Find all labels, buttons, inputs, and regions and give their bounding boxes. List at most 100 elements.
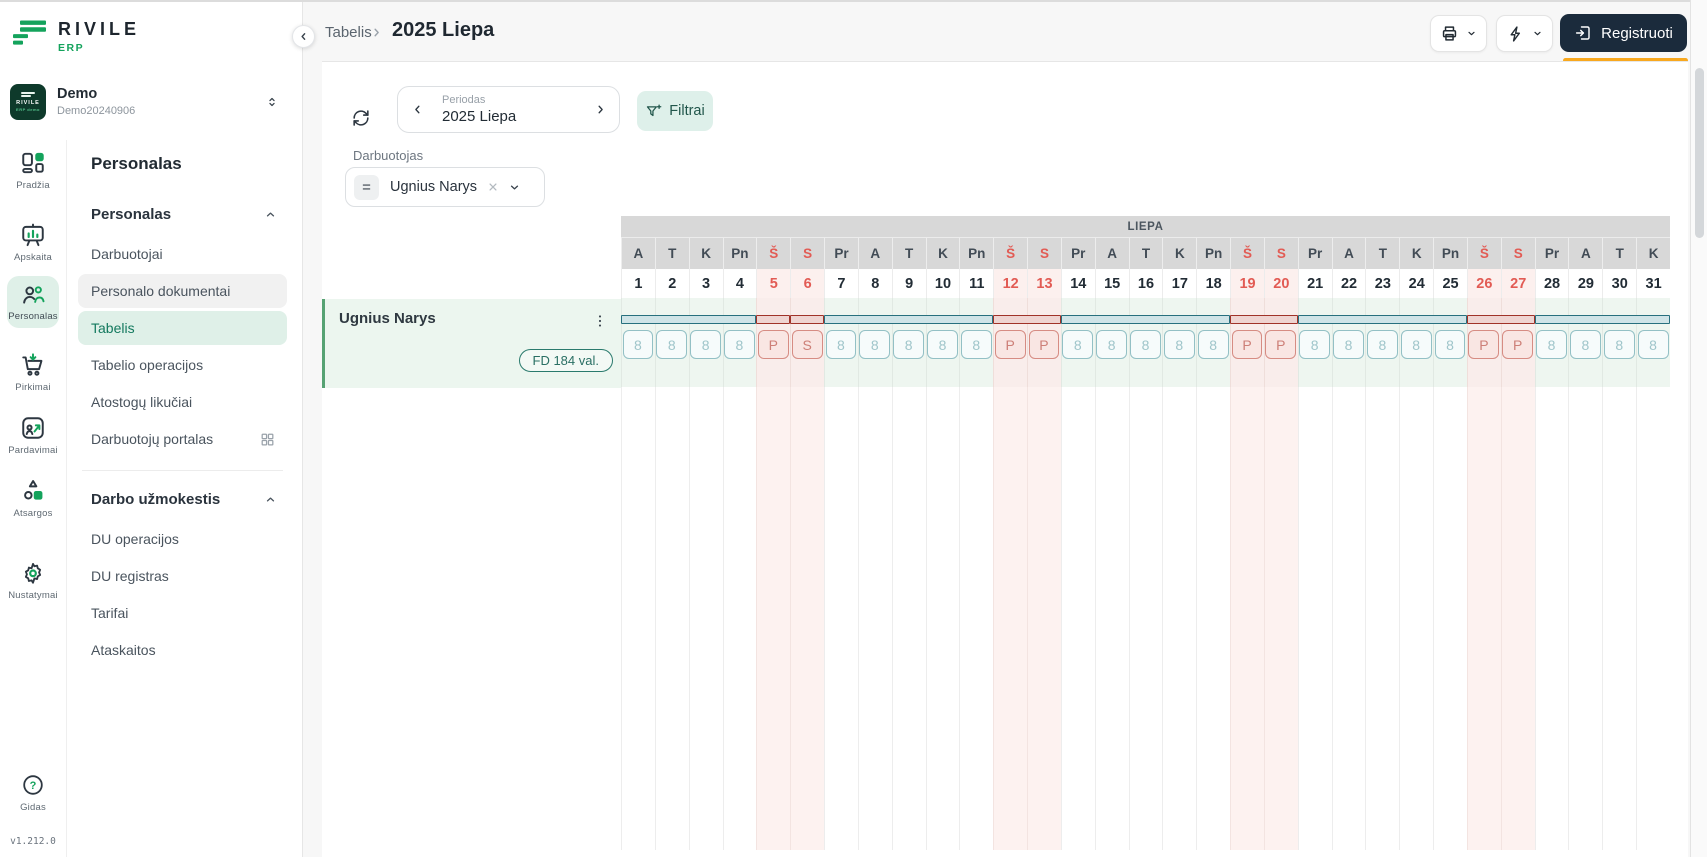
shift-bar-work <box>1535 315 1670 324</box>
day-chip-15[interactable]: 8 <box>1096 330 1127 359</box>
sidebar-item-darbuotoju-portalas[interactable]: Darbuotojų portalas <box>78 422 287 456</box>
body-day-column <box>1636 387 1670 850</box>
sidebar-menu: Personalas PersonalasDarbuotojaiPersonal… <box>66 140 303 857</box>
day-chip-10[interactable]: 8 <box>927 330 958 359</box>
sidebar-item-label: Atostogų likučiai <box>91 394 192 410</box>
rail-item-personalas[interactable]: Personalas <box>0 276 66 328</box>
day-chip-3[interactable]: 8 <box>690 330 721 359</box>
register-button[interactable]: Registruoti <box>1560 14 1687 52</box>
sidebar-item-du-registras[interactable]: DU registras <box>78 559 287 593</box>
row-menu-kebab-icon[interactable] <box>589 309 611 333</box>
refresh-button[interactable] <box>345 102 377 134</box>
sidebar-item-du-operacijos[interactable]: DU operacijos <box>78 522 287 556</box>
weekday-cell: Š <box>1230 238 1264 269</box>
day-chip-29[interactable]: 8 <box>1570 330 1601 359</box>
shift-bar-work <box>824 315 993 324</box>
weekday-cell: Pr <box>1061 238 1095 269</box>
day-chip-14[interactable]: 8 <box>1062 330 1093 359</box>
rail-item-pradzia[interactable]: Pradžia <box>0 150 66 191</box>
workspace-switcher[interactable]: RIVILEERP demo Demo Demo20240906 <box>10 80 293 124</box>
date-cell: 24 <box>1399 269 1433 298</box>
rail-item-label: Pradžia <box>16 180 50 191</box>
sidebar-item-tarifai[interactable]: Tarifai <box>78 596 287 630</box>
weekday-cell: A <box>621 238 655 269</box>
day-chip-21[interactable]: 8 <box>1299 330 1330 359</box>
sidebar-item-darbuotojai[interactable]: Darbuotojai <box>78 237 287 271</box>
rail-item-gidas[interactable]: ?Gidas <box>0 772 66 813</box>
body-day-column <box>689 387 723 850</box>
rail-item-atsargos[interactable]: Atsargos <box>0 478 66 519</box>
day-chip-30[interactable]: 8 <box>1604 330 1635 359</box>
menu-section-label: Darbo užmokestis <box>91 491 220 508</box>
day-chip-7[interactable]: 8 <box>826 330 857 359</box>
menu-section-darbo-uzmokestis[interactable]: Darbo užmokestis <box>78 483 287 516</box>
date-header-row: 1234567891011121314151617181920212223242… <box>621 269 1670 298</box>
day-chip-25[interactable]: 8 <box>1435 330 1466 359</box>
filter-operator-button[interactable]: = <box>354 175 379 200</box>
sidebar-item-tabelio-operacijos[interactable]: Tabelio operacijos <box>78 348 287 382</box>
day-chip-26[interactable]: P <box>1468 330 1499 359</box>
day-chip-13[interactable]: P <box>1029 330 1060 359</box>
date-cell: 5 <box>756 269 790 298</box>
sidebar-item-atostogu-likuciai[interactable]: Atostogų likučiai <box>78 385 287 419</box>
day-chip-17[interactable]: 8 <box>1164 330 1195 359</box>
day-chip-16[interactable]: 8 <box>1130 330 1161 359</box>
period-selector[interactable]: Periodas 2025 Liepa <box>397 86 620 133</box>
chevron-down-icon[interactable] <box>508 181 521 194</box>
employee-calendar-row: 8888PS88888PP88888PP88888PP8888 <box>621 298 1670 387</box>
people-icon <box>20 282 46 308</box>
sidebar-item-personalo-dokumentai[interactable]: Personalo dokumentai <box>78 274 287 308</box>
day-chip-22[interactable]: 8 <box>1333 330 1364 359</box>
clear-filter-icon[interactable] <box>486 180 500 194</box>
date-cell: 8 <box>858 269 892 298</box>
day-chip-2[interactable]: 8 <box>656 330 687 359</box>
day-chip-19[interactable]: P <box>1232 330 1263 359</box>
rail-item-pardavimai[interactable]: Pardavimai <box>0 415 66 456</box>
day-chip-23[interactable]: 8 <box>1367 330 1398 359</box>
day-chip-8[interactable]: 8 <box>859 330 890 359</box>
day-chip-12[interactable]: P <box>995 330 1026 359</box>
employee-filter-select[interactable]: = Ugnius Narys <box>345 167 545 207</box>
rail-item-pirkimai[interactable]: Pirkimai <box>0 352 66 393</box>
day-chip-24[interactable]: 8 <box>1401 330 1432 359</box>
shapes-icon <box>20 478 46 504</box>
sidebar-item-ataskaitos[interactable]: Ataskaitos <box>78 633 287 667</box>
sidebar-item-tabelis[interactable]: Tabelis <box>78 311 287 345</box>
date-cell: 3 <box>689 269 723 298</box>
menu-section-label: Personalas <box>91 206 171 223</box>
day-chip-9[interactable]: 8 <box>893 330 924 359</box>
page-title: 2025 Liepa <box>392 19 494 42</box>
quick-actions-button[interactable] <box>1496 15 1553 52</box>
day-chip-6[interactable]: S <box>792 330 823 359</box>
breadcrumb-tabelis[interactable]: Tabelis <box>325 24 372 41</box>
day-chip-28[interactable]: 8 <box>1536 330 1567 359</box>
date-cell: 28 <box>1535 269 1569 298</box>
menu-section-personalas[interactable]: Personalas <box>78 198 287 231</box>
weekday-cell: Š <box>993 238 1027 269</box>
main-area: Tabelis 2025 Liepa Registruoti <box>304 0 1707 857</box>
rail-item-apskaita[interactable]: Apskaita <box>0 222 66 263</box>
page-scrollbar[interactable] <box>1690 0 1707 857</box>
menu-divider <box>82 470 283 471</box>
day-chip-20[interactable]: P <box>1265 330 1296 359</box>
hours-badge: FD 184 val. <box>519 349 613 372</box>
day-chip-5[interactable]: P <box>758 330 789 359</box>
scrollbar-thumb[interactable] <box>1695 68 1704 238</box>
period-next-button[interactable] <box>583 87 617 132</box>
day-chip-31[interactable]: 8 <box>1638 330 1669 359</box>
day-chip-11[interactable]: 8 <box>961 330 992 359</box>
date-cell: 21 <box>1298 269 1332 298</box>
period-prev-button[interactable] <box>400 87 434 132</box>
body-day-column <box>1602 387 1636 850</box>
rail-item-label: Atsargos <box>13 508 52 519</box>
filters-button[interactable]: Filtrai <box>637 91 713 131</box>
sidebar-collapse-button[interactable] <box>292 25 315 48</box>
day-chip-4[interactable]: 8 <box>724 330 755 359</box>
breadcrumb-chevron-icon <box>370 26 383 39</box>
body-day-column <box>959 387 993 850</box>
day-chip-18[interactable]: 8 <box>1198 330 1229 359</box>
print-button[interactable] <box>1430 15 1487 52</box>
day-chip-1[interactable]: 8 <box>623 330 654 359</box>
day-chip-27[interactable]: P <box>1502 330 1533 359</box>
rail-item-nustatymai[interactable]: Nustatymai <box>0 560 66 601</box>
